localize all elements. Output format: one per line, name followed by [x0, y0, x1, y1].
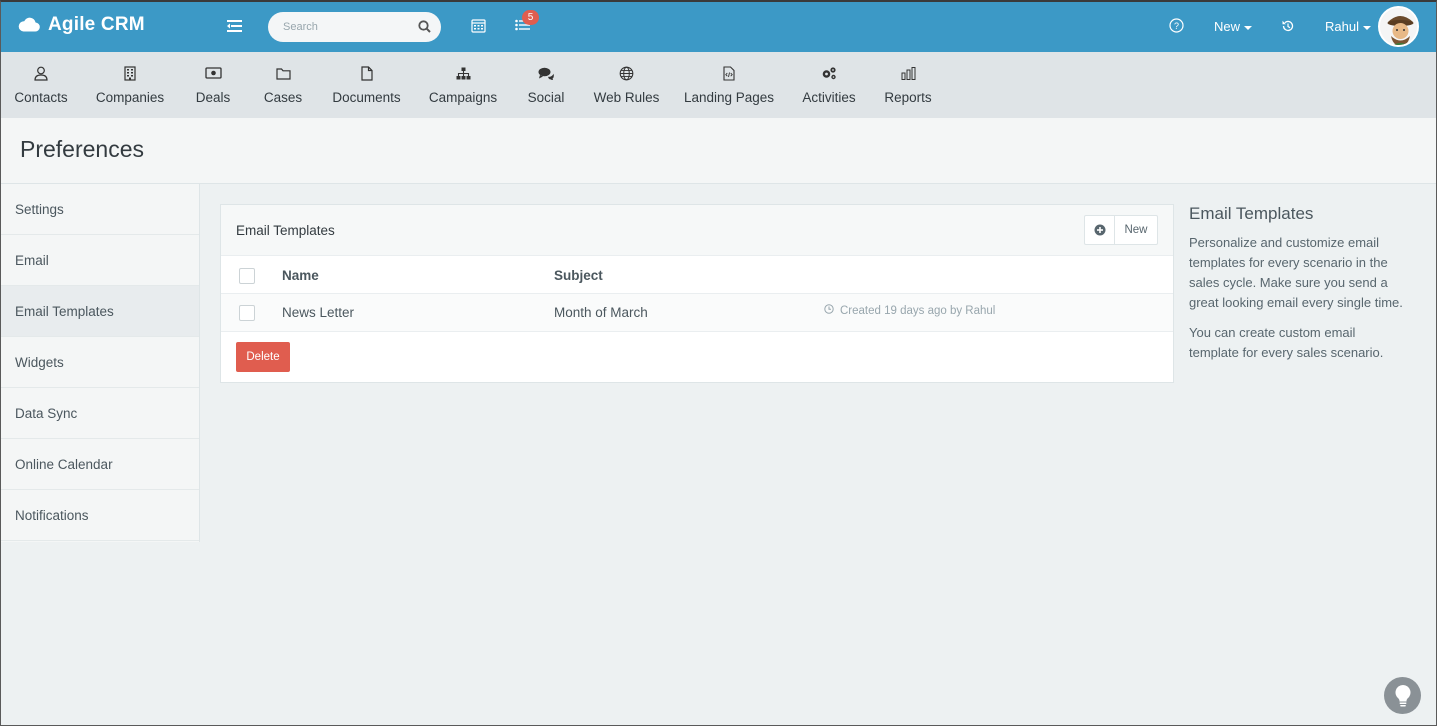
- menu-toggle-icon[interactable]: [224, 17, 244, 35]
- help-icon[interactable]: ?: [1169, 18, 1184, 36]
- svg-text:?: ?: [1174, 21, 1179, 31]
- document-icon: [360, 65, 373, 81]
- column-header-name[interactable]: Name: [282, 268, 319, 283]
- history-icon[interactable]: [1281, 19, 1295, 36]
- module-label: Activities: [802, 90, 856, 105]
- caret-down-icon: [1244, 25, 1253, 30]
- chat-icon: [538, 65, 554, 81]
- module-documents[interactable]: Documents: [332, 52, 401, 118]
- delete-button[interactable]: Delete: [236, 342, 290, 372]
- sidebar-item-data-sync[interactable]: Data Sync: [0, 388, 199, 439]
- module-campaigns[interactable]: Campaigns: [428, 52, 498, 118]
- search-box: [268, 12, 441, 42]
- clock-icon: [824, 304, 834, 317]
- module-label: Companies: [95, 90, 165, 105]
- column-header-subject[interactable]: Subject: [554, 268, 603, 283]
- top-header: Agile CRM 5 ? New Rahul: [0, 0, 1437, 52]
- money-icon: [204, 65, 222, 81]
- sidebar-item-settings[interactable]: Settings: [0, 184, 199, 235]
- calendar-icon[interactable]: [471, 18, 486, 36]
- email-templates-panel: Email Templates New Name Subject News Le…: [220, 204, 1174, 383]
- notification-badge: 5: [522, 10, 539, 25]
- module-web-rules[interactable]: Web Rules: [593, 52, 660, 118]
- cloud-icon: [18, 16, 40, 35]
- help-paragraph: Personalize and customize email template…: [1189, 235, 1403, 310]
- module-reports[interactable]: Reports: [884, 52, 932, 118]
- new-dropdown[interactable]: New: [1214, 19, 1253, 34]
- lightbulb-icon[interactable]: [1384, 677, 1421, 714]
- panel-title: Email Templates: [236, 223, 335, 238]
- new-dropdown-label: New: [1214, 19, 1241, 34]
- sidebar-item-email-templates[interactable]: Email Templates: [0, 286, 199, 337]
- module-label: Reports: [884, 90, 932, 105]
- template-subject: Month of March: [554, 305, 648, 320]
- folder-icon: [275, 65, 291, 81]
- caret-down-icon: [1362, 25, 1371, 30]
- new-template-button[interactable]: New: [1084, 215, 1158, 245]
- module-social[interactable]: Social: [528, 52, 564, 118]
- module-label: Deals: [195, 90, 231, 105]
- module-label: Web Rules: [593, 90, 660, 105]
- bar-chart-icon: [901, 65, 916, 81]
- table-row[interactable]: News Letter Month of March Created 19 da…: [221, 294, 1173, 332]
- sidebar-item-notifications[interactable]: Notifications: [0, 490, 199, 541]
- brand-name: Agile CRM: [48, 14, 145, 35]
- help-title: Email Templates: [1189, 204, 1314, 223]
- module-label: Contacts: [14, 90, 68, 105]
- user-dropdown[interactable]: Rahul: [1325, 19, 1371, 34]
- module-cases[interactable]: Cases: [263, 52, 303, 118]
- created-meta-text: Created 19 days ago by Rahul: [840, 304, 996, 317]
- globe-icon: [619, 65, 634, 81]
- user-icon: [34, 65, 48, 81]
- module-label: Social: [527, 90, 565, 105]
- select-all-checkbox[interactable]: [239, 268, 255, 284]
- gears-icon: [821, 65, 837, 81]
- module-companies[interactable]: Companies: [95, 52, 165, 118]
- module-activities[interactable]: Activities: [802, 52, 856, 118]
- sidebar-item-online-calendar[interactable]: Online Calendar: [0, 439, 199, 490]
- preferences-sidebar: Settings Email Email Templates Widgets D…: [0, 184, 200, 542]
- created-meta: Created 19 days ago by Rahul: [824, 304, 995, 317]
- help-paragraph: You can create custom email template for…: [1189, 325, 1384, 360]
- brand-logo[interactable]: Agile CRM: [18, 14, 145, 36]
- avatar[interactable]: [1378, 6, 1419, 47]
- module-label: Campaigns: [428, 90, 498, 105]
- modules-bar: Contacts Companies Deals Cases Documents…: [0, 52, 1437, 118]
- module-label: Documents: [332, 90, 401, 105]
- page-header: Preferences: [0, 118, 1437, 184]
- page-title: Preferences: [20, 136, 145, 162]
- module-label: Cases: [263, 90, 303, 105]
- module-deals[interactable]: Deals: [196, 52, 230, 118]
- module-label: Landing Pages: [683, 90, 775, 105]
- search-input[interactable]: [268, 12, 408, 42]
- help-panel: Email Templates Personalize and customiz…: [1189, 204, 1404, 363]
- sitemap-icon: [456, 65, 471, 81]
- table-header: Name Subject: [221, 256, 1173, 294]
- new-template-label: New: [1124, 224, 1148, 236]
- row-checkbox[interactable]: [239, 305, 255, 321]
- module-landing-pages[interactable]: Landing Pages: [683, 52, 775, 118]
- module-contacts[interactable]: Contacts: [14, 52, 68, 118]
- panel-header: Email Templates New: [221, 205, 1173, 256]
- sidebar-item-email[interactable]: Email: [0, 235, 199, 286]
- sidebar-item-widgets[interactable]: Widgets: [0, 337, 199, 388]
- building-icon: [124, 65, 136, 81]
- plus-circle-icon: [1085, 216, 1115, 244]
- code-file-icon: [723, 65, 735, 81]
- search-icon[interactable]: [418, 20, 431, 36]
- user-name: Rahul: [1325, 19, 1359, 34]
- template-name: News Letter: [282, 305, 355, 320]
